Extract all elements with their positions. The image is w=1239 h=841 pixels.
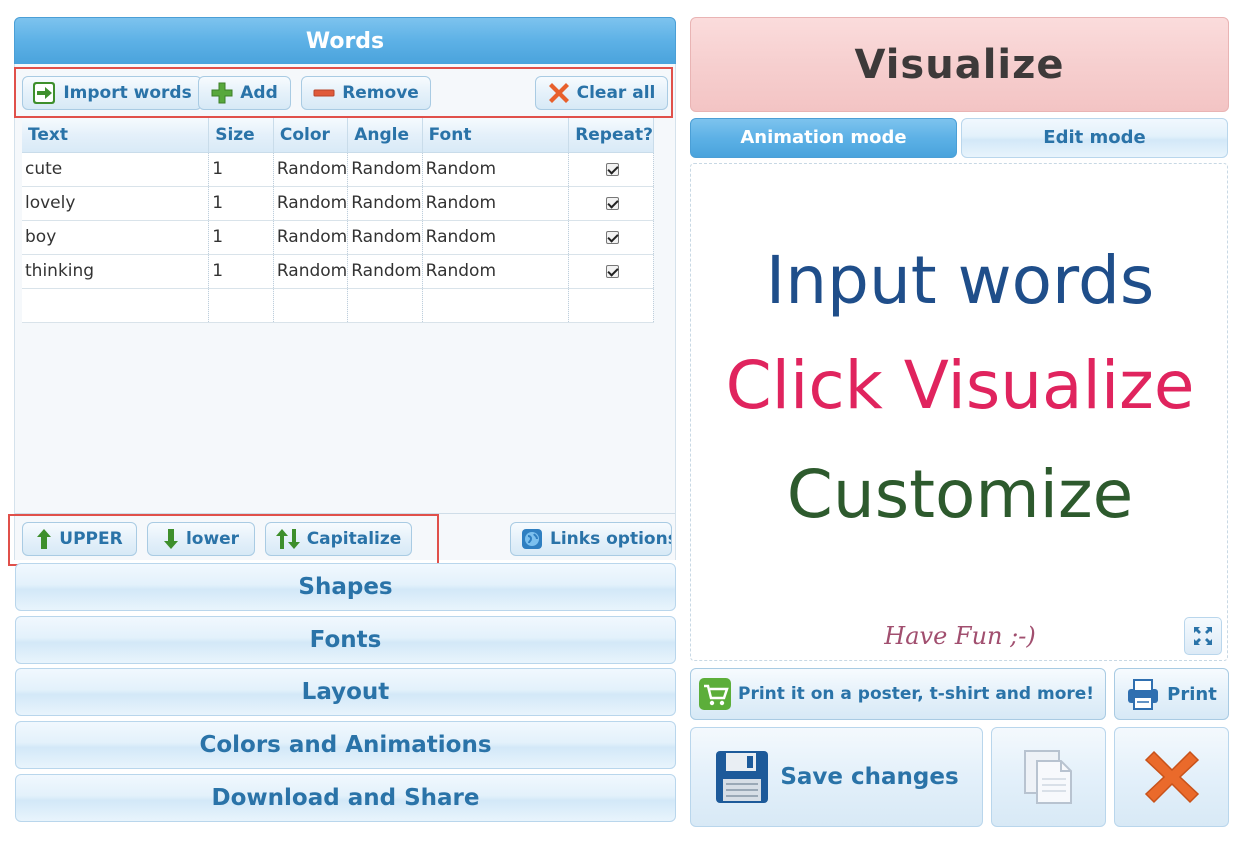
lower-button[interactable]: lower [147,522,255,556]
expand-icon [1193,626,1213,646]
cell-font[interactable]: Random [422,254,570,289]
cell-color[interactable]: Random [273,254,349,289]
arrow-down-icon [163,528,179,550]
print-label: Print [1167,683,1217,705]
word-cloud-canvas[interactable]: Input words Click Visualize Customize Ha… [690,163,1228,661]
column-header-repeat[interactable]: Repeat? [568,118,654,153]
cell-font[interactable]: Random [422,186,570,221]
add-button[interactable]: Add [198,76,291,110]
layout-section[interactable]: Layout [15,668,676,716]
remove-label: Remove [342,83,419,103]
cell-text[interactable]: lovely [22,186,210,221]
cell-angle[interactable]: Random [347,220,423,255]
cell-font[interactable]: Random [422,152,570,187]
save-changes-button[interactable]: Save changes [690,727,983,827]
links-options-button[interactable]: Links options [510,522,672,556]
save-changes-label: Save changes [780,764,959,790]
cell-text[interactable]: thinking [22,254,210,289]
table-row[interactable]: thinking 1 Random Random Random [22,254,654,289]
copy-icon [1021,747,1077,807]
import-words-button[interactable]: Import words [22,76,202,110]
arrows-up-down-icon [275,528,300,550]
links-options-label: Links options [550,529,672,549]
cell-angle[interactable]: Random [347,254,423,289]
minus-icon [313,87,335,99]
cell-color[interactable]: Random [273,186,349,221]
cell-repeat [568,254,654,289]
lower-label: lower [185,529,240,549]
arrow-up-icon [36,528,52,550]
table-row-empty[interactable] [22,288,654,323]
globe-icon [521,528,543,550]
cell-angle[interactable]: Random [347,186,423,221]
column-header-color[interactable]: Color [273,118,349,153]
shapes-section[interactable]: Shapes [15,563,676,611]
canvas-footer-have-fun: Have Fun ;-) [884,622,1036,650]
words-table: Text Size Color Angle Font Repeat? cute … [22,118,654,323]
table-row[interactable]: boy 1 Random Random Random [22,220,654,255]
print-poster-label: Print it on a poster, t-shirt and more! [738,684,1095,704]
print-button[interactable]: Print [1114,668,1229,720]
cell-color[interactable]: Random [273,220,349,255]
column-header-size[interactable]: Size [208,118,274,153]
tab-edit-mode[interactable]: Edit mode [961,118,1228,158]
tab-animation-mode[interactable]: Animation mode [690,118,957,158]
delete-button[interactable] [1114,727,1229,827]
cell-color[interactable]: Random [273,152,349,187]
clear-all-button[interactable]: Clear all [535,76,668,110]
table-row[interactable]: cute 1 Random Random Random [22,152,654,187]
upper-label: UPPER [59,529,123,549]
delete-x-icon [1144,749,1200,805]
repeat-checkbox[interactable] [606,230,620,244]
import-icon [32,81,56,105]
cell-size[interactable]: 1 [208,152,274,187]
column-header-angle[interactable]: Angle [347,118,423,153]
cell-size[interactable]: 1 [208,186,274,221]
upper-button[interactable]: UPPER [22,522,137,556]
clear-all-label: Clear all [576,83,656,103]
cell-text[interactable]: cute [22,152,210,187]
fullscreen-button[interactable] [1184,617,1222,655]
repeat-checkbox[interactable] [606,196,620,210]
download-share-section[interactable]: Download and Share [15,774,676,822]
plus-icon [211,82,233,104]
column-header-text[interactable]: Text [22,118,210,153]
words-panel-header[interactable]: Words [14,17,676,65]
cell-repeat [568,220,654,255]
duplicate-button[interactable] [991,727,1106,827]
fonts-section[interactable]: Fonts [15,616,676,664]
clear-x-icon [548,82,570,104]
cell-text[interactable]: boy [22,220,210,255]
capitalize-label: Capitalize [306,529,402,549]
colors-animations-section[interactable]: Colors and Animations [15,721,676,769]
cell-repeat [568,152,654,187]
canvas-line-customize: Customize [786,456,1134,533]
remove-button[interactable]: Remove [301,76,431,110]
canvas-line-input-words: Input words [765,242,1155,319]
print-poster-button[interactable]: Print it on a poster, t-shirt and more! [690,668,1106,720]
floppy-disk-icon [714,749,770,805]
cell-angle[interactable]: Random [347,152,423,187]
canvas-line-click-visualize: Click Visualize [725,347,1195,424]
cell-repeat [568,186,654,221]
column-header-font[interactable]: Font [422,118,570,153]
repeat-checkbox[interactable] [606,162,620,176]
capitalize-button[interactable]: Capitalize [265,522,412,556]
visualize-button[interactable]: Visualize [690,17,1229,112]
printer-icon [1126,677,1160,711]
cell-size[interactable]: 1 [208,220,274,255]
cell-font[interactable]: Random [422,220,570,255]
cell-size[interactable]: 1 [208,254,274,289]
repeat-checkbox[interactable] [606,264,620,278]
table-row[interactable]: lovely 1 Random Random Random [22,186,654,221]
shopping-cart-icon [699,678,731,710]
import-words-label: Import words [63,83,192,103]
add-label: Add [240,83,278,103]
